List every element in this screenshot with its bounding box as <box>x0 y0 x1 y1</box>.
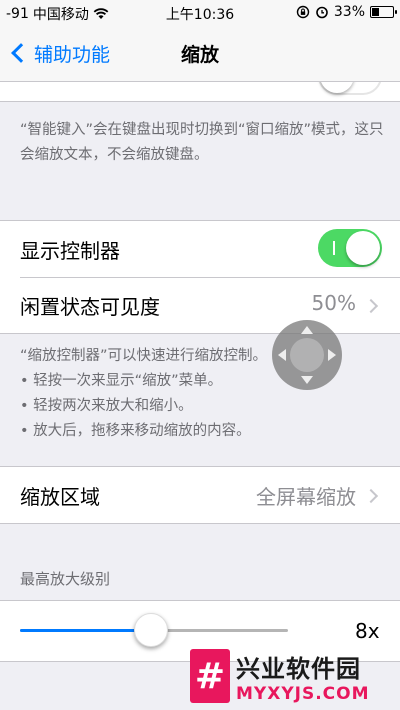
battery-level <box>372 8 380 16</box>
slider-fill <box>20 629 152 632</box>
zoom-region-value: 全屏幕缩放 <box>256 485 356 509</box>
show-controller-toggle[interactable] <box>318 229 382 267</box>
watermark-url: MYXYJS.COM <box>236 683 370 704</box>
zoom-region-cell[interactable]: 缩放区域 全屏幕缩放 <box>0 466 400 524</box>
zoom-controller[interactable] <box>272 320 342 390</box>
arrow-right-icon <box>328 349 336 361</box>
watermark-text: 兴业软件园 MYXYJS.COM <box>236 649 370 704</box>
arrow-down-icon <box>301 376 313 384</box>
controller-footer-line: • 放大后，拖移来移动缩放的内容。 <box>20 423 251 439</box>
navigation-bar-cover: 辅助功能 缩放 <box>0 26 400 82</box>
max-zoom-slider[interactable] <box>20 613 288 647</box>
max-zoom-header: 最高放大级别 <box>20 570 111 588</box>
zoom-controller-center <box>290 338 324 372</box>
controller-footer-line: • 轻按两次来放大和缩小。 <box>20 398 193 414</box>
watermark-title: 兴业软件园 <box>236 654 361 683</box>
max-zoom-value: 8x <box>355 619 380 643</box>
rotation-lock-icon <box>296 5 310 19</box>
zoom-region-label: 缩放区域 <box>20 485 100 509</box>
arrow-up-icon <box>301 326 313 334</box>
alarm-icon <box>316 6 328 19</box>
toggle-knob <box>346 231 380 265</box>
idle-visibility-label: 闲置状态可见度 <box>20 295 160 319</box>
slider-thumb[interactable] <box>134 613 169 647</box>
show-controller-label: 显示控制器 <box>20 239 120 263</box>
status-bar: -91 中国移动 上午10:36 33% <box>0 0 400 26</box>
idle-visibility-cell[interactable]: 闲置状态可见度 50% <box>0 278 400 335</box>
idle-visibility-value: 50% <box>311 291 356 315</box>
page-title: 缩放 <box>180 44 219 66</box>
smart-typing-footer: “智能键入”会在键盘出现时切换到“窗口缩放”模式，这只会缩放文本，不会缩放键盘。 <box>20 122 384 163</box>
battery-icon <box>370 6 397 18</box>
toggle-on-indicator <box>333 241 335 255</box>
controller-group: 显示控制器 闲置状态可见度 50% <box>0 220 400 334</box>
watermark-logo: # <box>190 649 230 703</box>
chevron-right-icon <box>363 488 379 504</box>
status-right: 33% <box>296 4 397 20</box>
battery-percent: 33% <box>333 4 365 20</box>
chevron-right-icon <box>363 298 379 314</box>
arrow-left-icon <box>278 349 286 361</box>
watermark: # 兴业软件园 MYXYJS.COM <box>190 642 400 710</box>
